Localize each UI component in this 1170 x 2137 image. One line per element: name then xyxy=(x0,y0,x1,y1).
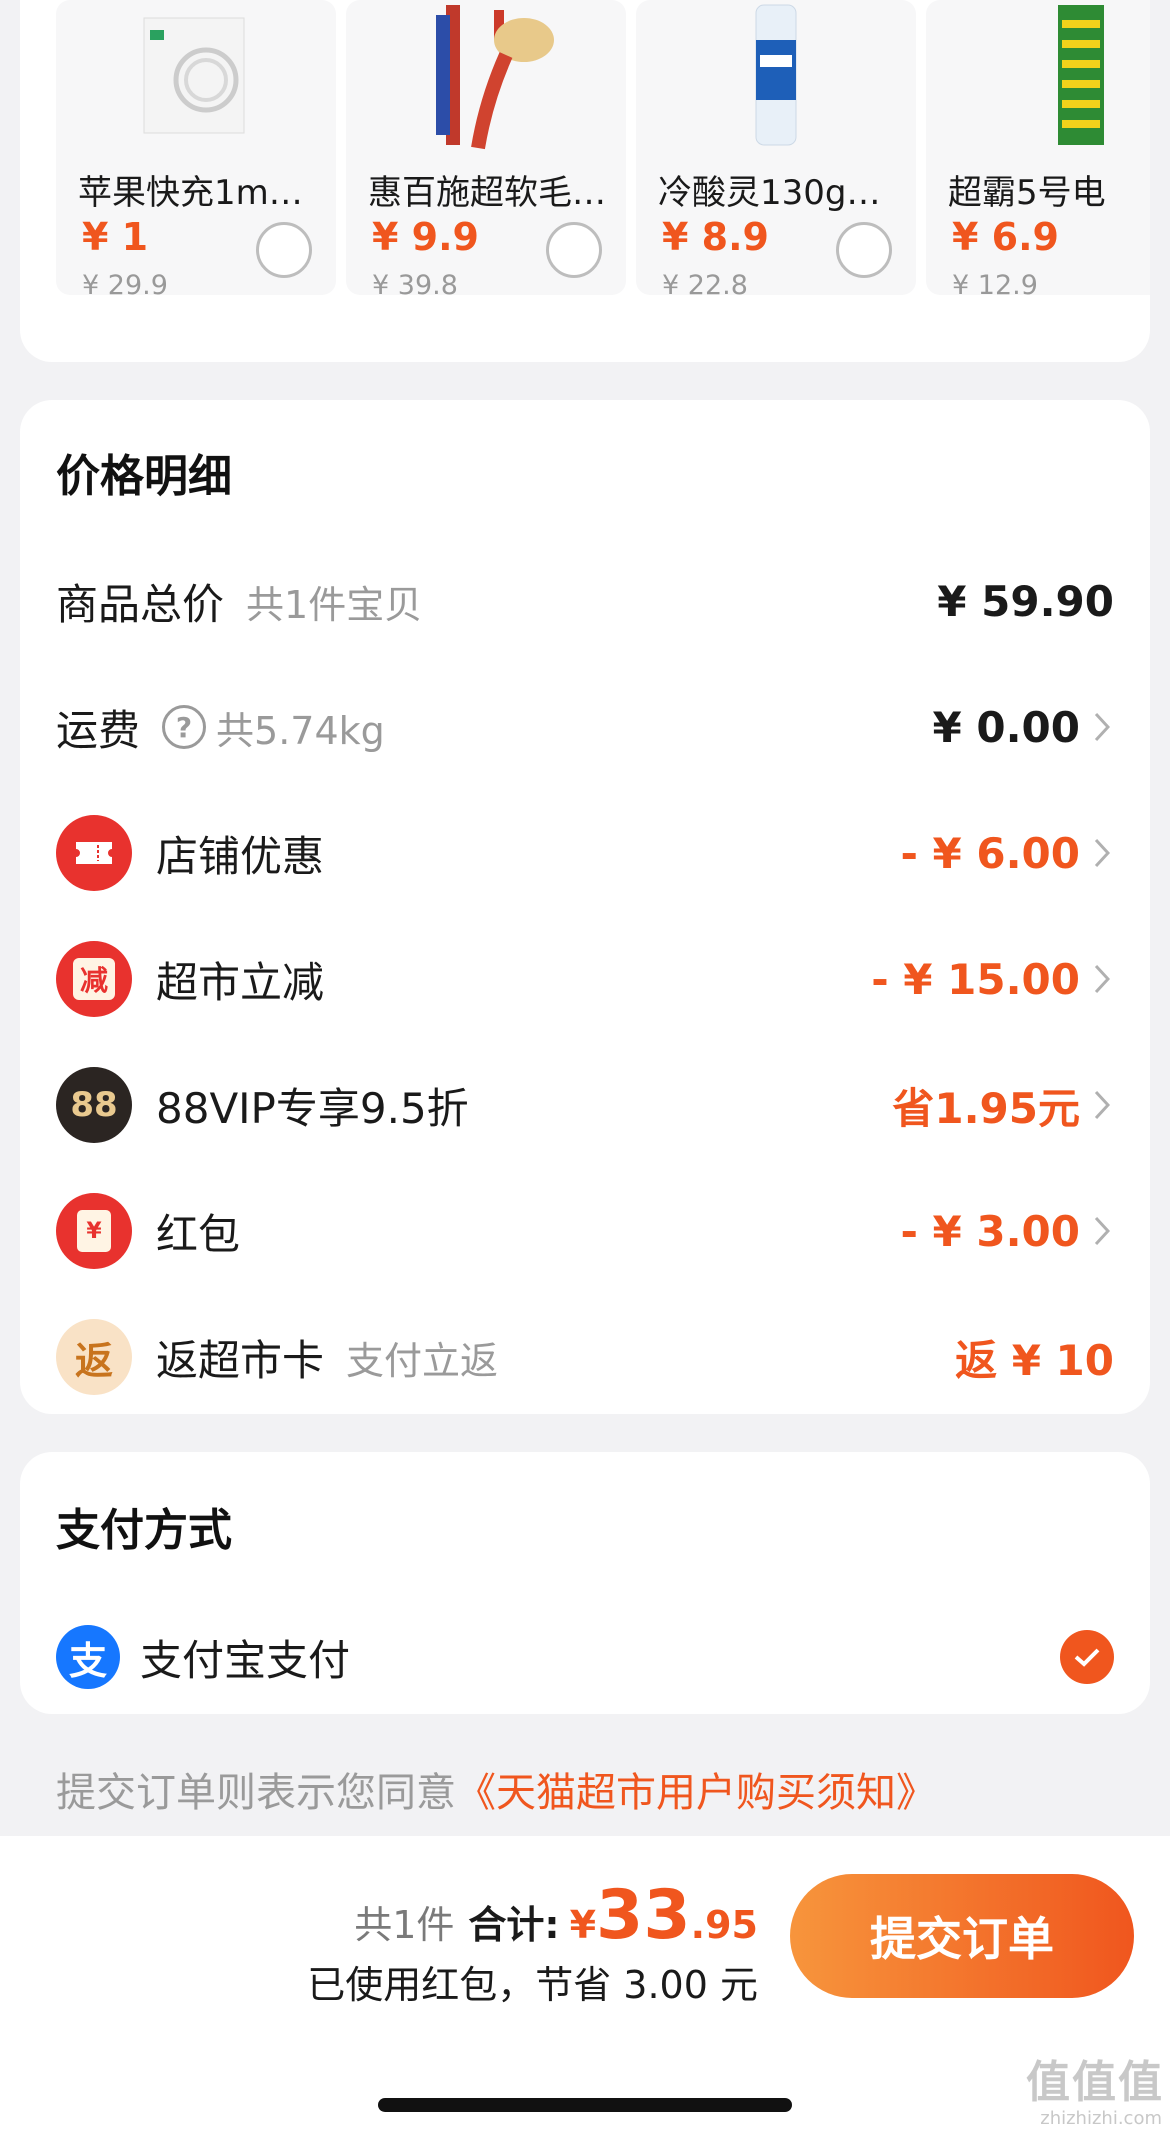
shop-discount-row[interactable]: 店铺优惠 - ¥ 6.00 xyxy=(56,808,1114,898)
product-card-2[interactable]: 惠百施超软毛… ¥ 9.9 ¥ 39.8 xyxy=(346,0,626,295)
checkout-bar: 共1件 合计: ¥ 33 .95 已使用红包，节省 3.00 元 提交订单 xyxy=(0,1836,1170,2137)
market-cut-label: 超市立减 xyxy=(156,957,325,1007)
alipay-icon: 支 xyxy=(56,1625,120,1689)
goods-count: 共1件宝贝 xyxy=(246,582,423,627)
shop-discount-amount: - ¥ 6.00 xyxy=(900,828,1080,878)
chevron-right-icon xyxy=(1090,1211,1114,1251)
agreement-link[interactable]: 《天猫超市用户购买须知》 xyxy=(456,1770,936,1816)
vip-amount: 省1.95元 xyxy=(892,1083,1080,1133)
check-icon[interactable] xyxy=(1060,1630,1114,1684)
price-detail-card: 价格明细 商品总价 共1件宝贝 ¥ 59.90 运费 ? 共5.74kg ¥ 0… xyxy=(20,400,1150,1414)
question-icon[interactable]: ? xyxy=(162,705,207,749)
product-original-price: ¥ 22.8 xyxy=(662,270,748,295)
battery-image xyxy=(926,0,1150,150)
market-cut-row[interactable]: 减 超市立减 - ¥ 15.00 xyxy=(56,934,1114,1024)
watermark-url: zhizhizhi.com xyxy=(1040,2108,1162,2129)
product-name: 超霸5号电 xyxy=(948,173,1106,213)
red-packet-label: 红包 xyxy=(156,1209,241,1259)
vip-label: 88VIP专享9.5折 xyxy=(156,1083,469,1133)
shipping-label: 运费 xyxy=(56,705,141,755)
rebate-icon: 返 xyxy=(56,1319,132,1395)
product-price: ¥ 6.9 xyxy=(952,215,1059,259)
select-radio[interactable] xyxy=(256,222,312,278)
goods-total-row: 商品总价 共1件宝贝 ¥ 59.90 xyxy=(56,556,1114,646)
shop-discount-label: 店铺优惠 xyxy=(156,831,325,881)
shipping-weight: 共5.74kg xyxy=(216,708,385,753)
coupon-icon xyxy=(56,815,132,891)
vip-88-icon: 88 xyxy=(56,1067,132,1143)
goods-total-amount: ¥ 59.90 xyxy=(937,576,1114,626)
chevron-right-icon xyxy=(1090,833,1114,873)
recommended-products-card: 苹果快充1m… ¥ 1 ¥ 29.9 惠百施超软毛… ¥ 9.9 ¥ 39.8 xyxy=(20,0,1150,362)
rebate-sub: 支付立返 xyxy=(346,1338,499,1383)
price-detail-title: 价格明细 xyxy=(56,451,232,502)
red-packet-amount: - ¥ 3.00 xyxy=(900,1206,1080,1256)
agreement-text: 提交订单则表示您同意《天猫超市用户购买须知》 xyxy=(56,1760,936,1818)
agreement-prefix: 提交订单则表示您同意 xyxy=(56,1770,456,1816)
alipay-option[interactable]: 支 支付宝支付 xyxy=(56,1612,1030,1702)
toothpaste-image xyxy=(636,0,916,150)
product-card-4[interactable]: 超霸5号电 ¥ 6.9 ¥ 12.9 xyxy=(926,0,1150,295)
chevron-right-icon xyxy=(1090,959,1114,999)
red-packet-icon-text: ¥ xyxy=(77,1210,111,1252)
payment-method-card: 支付方式 支 支付宝支付 xyxy=(20,1452,1150,1714)
product-name: 惠百施超软毛… xyxy=(368,173,606,213)
payment-title: 支付方式 xyxy=(56,1505,232,1556)
market-cut-amount: - ¥ 15.00 xyxy=(871,954,1080,1004)
select-radio[interactable] xyxy=(836,222,892,278)
chevron-right-icon xyxy=(1090,1085,1114,1125)
total-label: 合计: xyxy=(468,1903,560,1947)
product-card-3[interactable]: 冷酸灵130g… ¥ 8.9 ¥ 22.8 xyxy=(636,0,916,295)
usb-cable-image xyxy=(56,0,336,150)
chevron-right-icon xyxy=(1090,707,1114,747)
saved-text: 已使用红包，节省 3.00 元 xyxy=(307,1963,758,2007)
reduction-icon: 减 xyxy=(56,941,132,1017)
vip-discount-row[interactable]: 88 88VIP专享9.5折 省1.95元 xyxy=(56,1060,1114,1150)
order-total: 共1件 合计: ¥ 33 .95 xyxy=(354,1876,758,1955)
shipping-amount: ¥ 0.00 xyxy=(932,702,1080,752)
alipay-label: 支付宝支付 xyxy=(140,1635,351,1685)
product-price: ¥ 9.9 xyxy=(372,215,479,259)
product-price: ¥ 1 xyxy=(82,215,149,259)
watermark-logo: 值值值 xyxy=(1026,2057,1164,2108)
product-card-1[interactable]: 苹果快充1m… ¥ 1 ¥ 29.9 xyxy=(56,0,336,295)
shipping-row[interactable]: 运费 ? 共5.74kg ¥ 0.00 xyxy=(56,682,1114,772)
red-packet-icon: ¥ xyxy=(56,1193,132,1269)
product-original-price: ¥ 29.9 xyxy=(82,270,168,295)
goods-total-label: 商品总价 xyxy=(56,579,225,629)
item-count: 共1件 xyxy=(354,1903,455,1947)
product-original-price: ¥ 39.8 xyxy=(372,270,458,295)
rebate-row: 返 返超市卡 支付立返 返 ¥ 10 xyxy=(56,1312,1114,1402)
rebate-label: 返超市卡 xyxy=(156,1335,325,1385)
reduction-icon-text: 减 xyxy=(73,958,115,1000)
home-indicator[interactable] xyxy=(378,2098,792,2112)
product-price: ¥ 8.9 xyxy=(662,215,769,259)
rebate-amount: 返 ¥ 10 xyxy=(955,1335,1114,1385)
total-amount-main: 33 xyxy=(596,1876,691,1955)
product-name: 苹果快充1m… xyxy=(78,173,303,213)
product-name: 冷酸灵130g… xyxy=(658,173,881,213)
submit-order-button[interactable]: 提交订单 xyxy=(790,1874,1134,1998)
red-packet-row[interactable]: ¥ 红包 - ¥ 3.00 xyxy=(56,1186,1114,1276)
yen-symbol: ¥ xyxy=(569,1903,597,1947)
toothbrush-image xyxy=(346,0,626,150)
product-original-price: ¥ 12.9 xyxy=(952,270,1038,295)
total-amount-cents: .95 xyxy=(690,1903,758,1947)
select-radio[interactable] xyxy=(546,222,602,278)
